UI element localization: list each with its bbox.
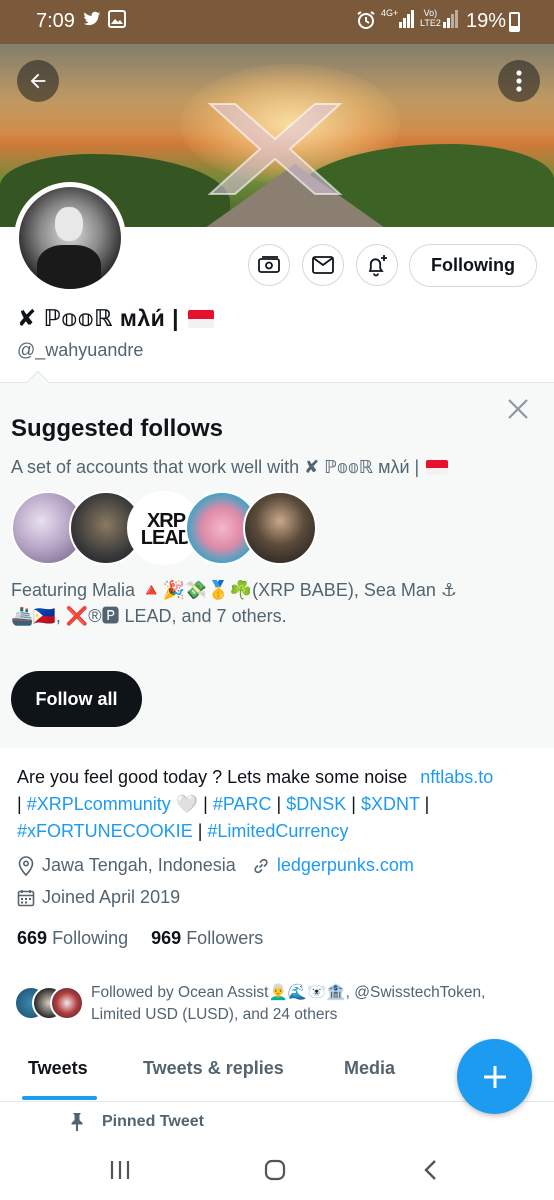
tab-media[interactable]: Media [344,1058,395,1079]
bio-text-segment: 🤍 | [170,794,213,814]
user-handle: @_wahyuandre [17,340,144,360]
pin-icon [71,1113,83,1131]
suggested-avatar-5[interactable] [243,491,317,565]
bio-text-segment: | [17,794,27,814]
calendar-icon [17,889,35,907]
featuring-text: Featuring Malia 🔺🎉💸🥇☘️(XRP BABE), Sea Ma… [11,577,531,629]
twitter-notification-icon [82,10,102,33]
recent-apps-button[interactable] [102,1154,138,1186]
followers-count-link[interactable]: 969 Followers [151,928,263,948]
display-name: ✘ ℙ𝕠𝕠ℝ мλи́ | [17,305,214,332]
tab-tweets-replies[interactable]: Tweets & replies [143,1058,284,1079]
close-suggestions-button[interactable] [506,397,530,426]
bio-text-segment: | [271,794,287,814]
notifications-button[interactable] [356,244,398,286]
gallery-notification-icon [108,10,126,33]
following-count-link[interactable]: 669 Following [17,928,128,948]
bio-line-2: | #XRPLcommunity 🤍 | #PARC | $DNSK | $XD… [17,791,542,818]
pinned-tweet-text: Pinned Tweet [102,1113,204,1130]
chevron-left-icon [424,1160,436,1180]
message-button[interactable] [302,244,344,286]
back-button[interactable] [17,60,59,102]
joined-text: Joined April 2019 [42,887,181,907]
battery-icon [509,12,520,32]
profile-bio: Are you feel good today ? Lets make some… [17,764,542,845]
bio-line-1-text: Are you feel good today ? Lets make some… [17,767,413,787]
plus-icon [483,1065,506,1088]
follow-counts: 669 Following 969 Followers [17,928,263,949]
following-button[interactable]: Following [409,244,537,287]
followers-label: Followers [186,928,264,948]
network-type-1: 4G+ [381,8,399,18]
home-button[interactable] [257,1154,293,1186]
link-icon [252,857,270,875]
bio-line-3: #xFORTUNECOOKIE | #LimitedCurrency [17,818,542,845]
bell-plus-icon [368,255,387,277]
suggested-subtitle-text: A set of accounts that work well with ✘ … [11,457,420,477]
location-text: Jawa Tengah, Indonesia [42,855,236,875]
pinned-tweet-label: Pinned Tweet [68,1112,204,1132]
following-count: 669 [17,928,48,948]
signal-icon-1 [399,10,415,33]
suggested-title: Suggested follows [11,415,224,442]
more-vertical-icon [516,70,522,92]
follow-all-button[interactable]: Follow all [11,671,142,727]
featuring-line-1: Featuring Malia 🔺🎉💸🥇☘️(XRP BABE), Sea Ma… [11,580,458,600]
recent-apps-icon [110,1161,130,1179]
bio-text-segment: | [346,794,361,814]
more-options-button[interactable] [498,60,540,102]
website-link[interactable]: ledgerpunks.com [277,855,414,876]
alarm-icon [356,10,376,35]
followed-by-avatar-3 [50,986,84,1020]
status-time: 7:09 [36,10,75,32]
followers-count: 969 [151,928,182,948]
avatar-face [55,207,83,241]
banner-x-logo [207,103,343,195]
bio-text-segment: | [192,821,208,841]
compose-tweet-button[interactable] [457,1039,532,1114]
featuring-line-2: 🚢🇵🇭, ❌®🅿 LEAD, and 7 others. [11,606,287,626]
suggested-follows-panel: Suggested follows A set of accounts that… [0,370,554,748]
profile-avatar[interactable] [14,182,126,294]
suggested-avatars[interactable]: XRP LEAD [11,491,331,566]
network-type-2: Vo) LTE2 [420,8,441,28]
location-row: Jawa Tengah, Indonesia ledgerpunks.com [17,855,414,876]
status-bar: 7:09 4G+ Vo) LTE2 19% [0,0,554,44]
close-icon [508,399,528,419]
following-label: Following [52,928,129,948]
battery-level: 19% [465,10,506,32]
envelope-icon [312,256,334,274]
suggested-subtitle: A set of accounts that work well with ✘ … [11,457,449,478]
bio-hashtag-link[interactable]: #XRPLcommunity [27,794,171,814]
system-navigation-bar [0,1140,554,1200]
bio-line-1: Are you feel good today ? Lets make some… [17,764,542,791]
joined-row: Joined April 2019 [17,887,180,908]
bio-hashtag-link[interactable]: #xFORTUNECOOKIE [17,821,193,841]
bio-hashtag-link[interactable]: $DNSK [286,794,346,814]
panel-notch [26,370,50,394]
avatar-image [19,187,121,289]
bio-link-nftlabs[interactable]: nftlabs.to [420,767,493,787]
tip-button[interactable] [248,244,290,286]
money-icon [258,256,280,273]
followed-by-text: Followed by Ocean Assist👨‍🦳🌊🐻‍❄️🏦, @Swis… [91,984,486,1023]
indonesia-flag-icon [188,310,214,328]
location-pin-icon [17,855,35,876]
active-tab-indicator [22,1096,97,1100]
signal-icon-2 [443,10,459,33]
bio-hashtag-link[interactable]: $XDNT [361,794,420,814]
display-name-text: ✘ ℙ𝕠𝕠ℝ мλи́ | [17,305,180,331]
bio-hashtag-link[interactable]: #PARC [213,794,272,814]
back-nav-button[interactable] [412,1154,448,1186]
bio-hashtag-link[interactable]: #LimitedCurrency [207,821,348,841]
bio-text-segment: | [419,794,430,814]
avatar-body [37,245,101,289]
indonesia-flag-icon [426,460,449,475]
arrow-left-icon [30,73,46,89]
tab-tweets[interactable]: Tweets [28,1058,88,1079]
home-icon [264,1159,286,1181]
